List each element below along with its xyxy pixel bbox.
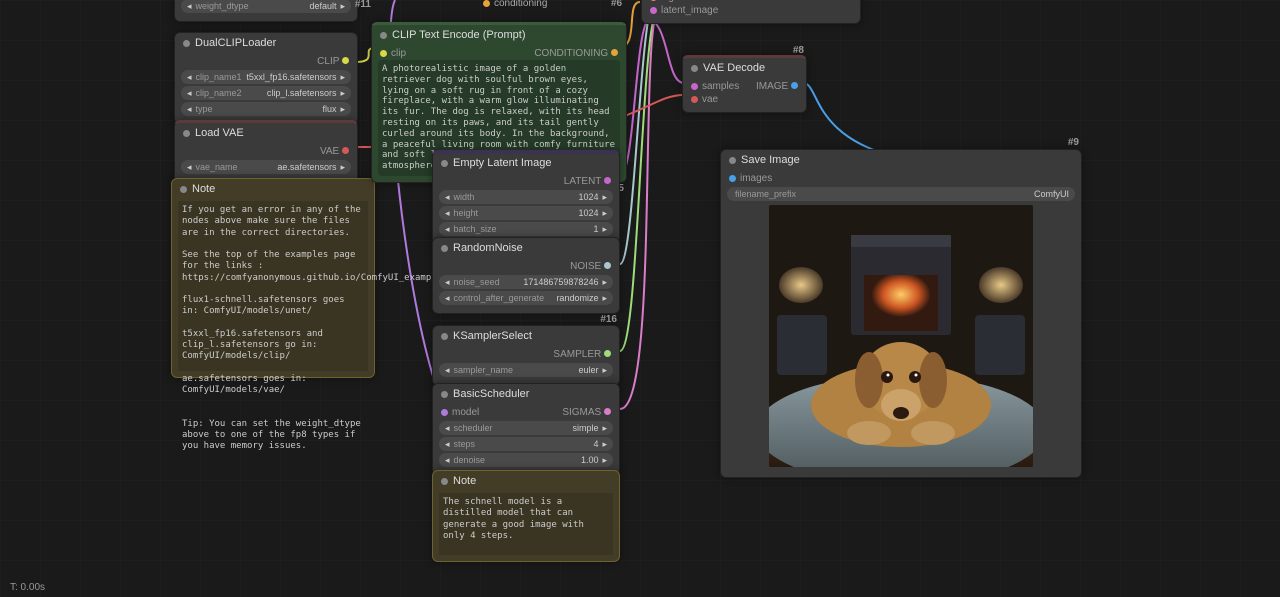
- node-title[interactable]: KSamplerSelect: [433, 326, 619, 346]
- node-title[interactable]: BasicScheduler: [433, 384, 619, 404]
- output-sigmas[interactable]: SIGMAS: [562, 407, 611, 418]
- node-title[interactable]: Empty Latent Image: [433, 153, 619, 173]
- widget-weight-dtype[interactable]: ◂ weight_dtype default ▸: [181, 0, 351, 13]
- input-samples[interactable]: samples: [691, 81, 739, 92]
- node-title[interactable]: DualCLIPLoader: [175, 33, 357, 53]
- output-noise[interactable]: NOISE: [570, 261, 611, 272]
- widget-steps[interactable]: ◂steps4▸: [439, 437, 613, 451]
- node-title[interactable]: Note: [172, 179, 374, 199]
- output-image-preview[interactable]: [769, 205, 1033, 467]
- input-vae[interactable]: vae: [691, 94, 718, 105]
- widget-clip-name2[interactable]: ◂clip_name2clip_l.safetensors▸: [181, 86, 351, 100]
- arrow-left-icon[interactable]: ◂: [185, 1, 194, 12]
- widget-denoise[interactable]: ◂denoise1.00▸: [439, 453, 613, 467]
- widget-vae-name[interactable]: ◂vae_nameae.safetensors▸: [181, 160, 351, 174]
- widget-width[interactable]: ◂width1024▸: [439, 190, 613, 204]
- output-conditioning[interactable]: CONDITIONING: [534, 48, 618, 59]
- widget-scheduler[interactable]: ◂schedulersimple▸: [439, 421, 613, 435]
- node-id: #11: [355, 0, 371, 10]
- input-clip[interactable]: clip: [380, 48, 406, 59]
- input-images[interactable]: images: [729, 173, 772, 184]
- status-time: T: 0.00s: [10, 582, 45, 593]
- output-latent[interactable]: LATENT: [564, 176, 611, 187]
- note-text[interactable]: If you get an error in any of the nodes …: [178, 201, 368, 371]
- node-title[interactable]: Load VAE: [175, 123, 357, 143]
- input-model[interactable]: model: [441, 407, 479, 418]
- node-title[interactable]: RandomNoise: [433, 238, 619, 258]
- widget-type[interactable]: ◂typeflux▸: [181, 102, 351, 116]
- node-title[interactable]: VAE Decode: [683, 58, 806, 78]
- widget-sampler-name[interactable]: ◂sampler_nameeuler▸: [439, 363, 613, 377]
- node-title[interactable]: Save Image: [721, 150, 1081, 170]
- output-sampler[interactable]: SAMPLER: [553, 349, 611, 360]
- output-image[interactable]: IMAGE: [756, 81, 798, 92]
- node-title[interactable]: CLIP Text Encode (Prompt): [372, 25, 626, 45]
- output-clip[interactable]: CLIP: [317, 56, 349, 67]
- widget-clip-name1[interactable]: ◂clip_name1t5xxl_fp16.safetensors▸: [181, 70, 351, 84]
- output-vae[interactable]: VAE: [320, 146, 349, 157]
- widget-noise-seed[interactable]: ◂noise_seed171486759878246▸: [439, 275, 613, 289]
- widget-height[interactable]: ◂height1024▸: [439, 206, 613, 220]
- node-title[interactable]: Note: [433, 471, 619, 491]
- widget-filename-prefix[interactable]: filename_prefixComfyUI: [727, 187, 1075, 201]
- note-text[interactable]: The schnell model is a distilled model t…: [439, 493, 613, 555]
- widget-control-after[interactable]: ◂control_after_generaterandomize▸: [439, 291, 613, 305]
- widget-batch-size[interactable]: ◂batch_size1▸: [439, 222, 613, 236]
- arrow-right-icon[interactable]: ▸: [338, 1, 347, 12]
